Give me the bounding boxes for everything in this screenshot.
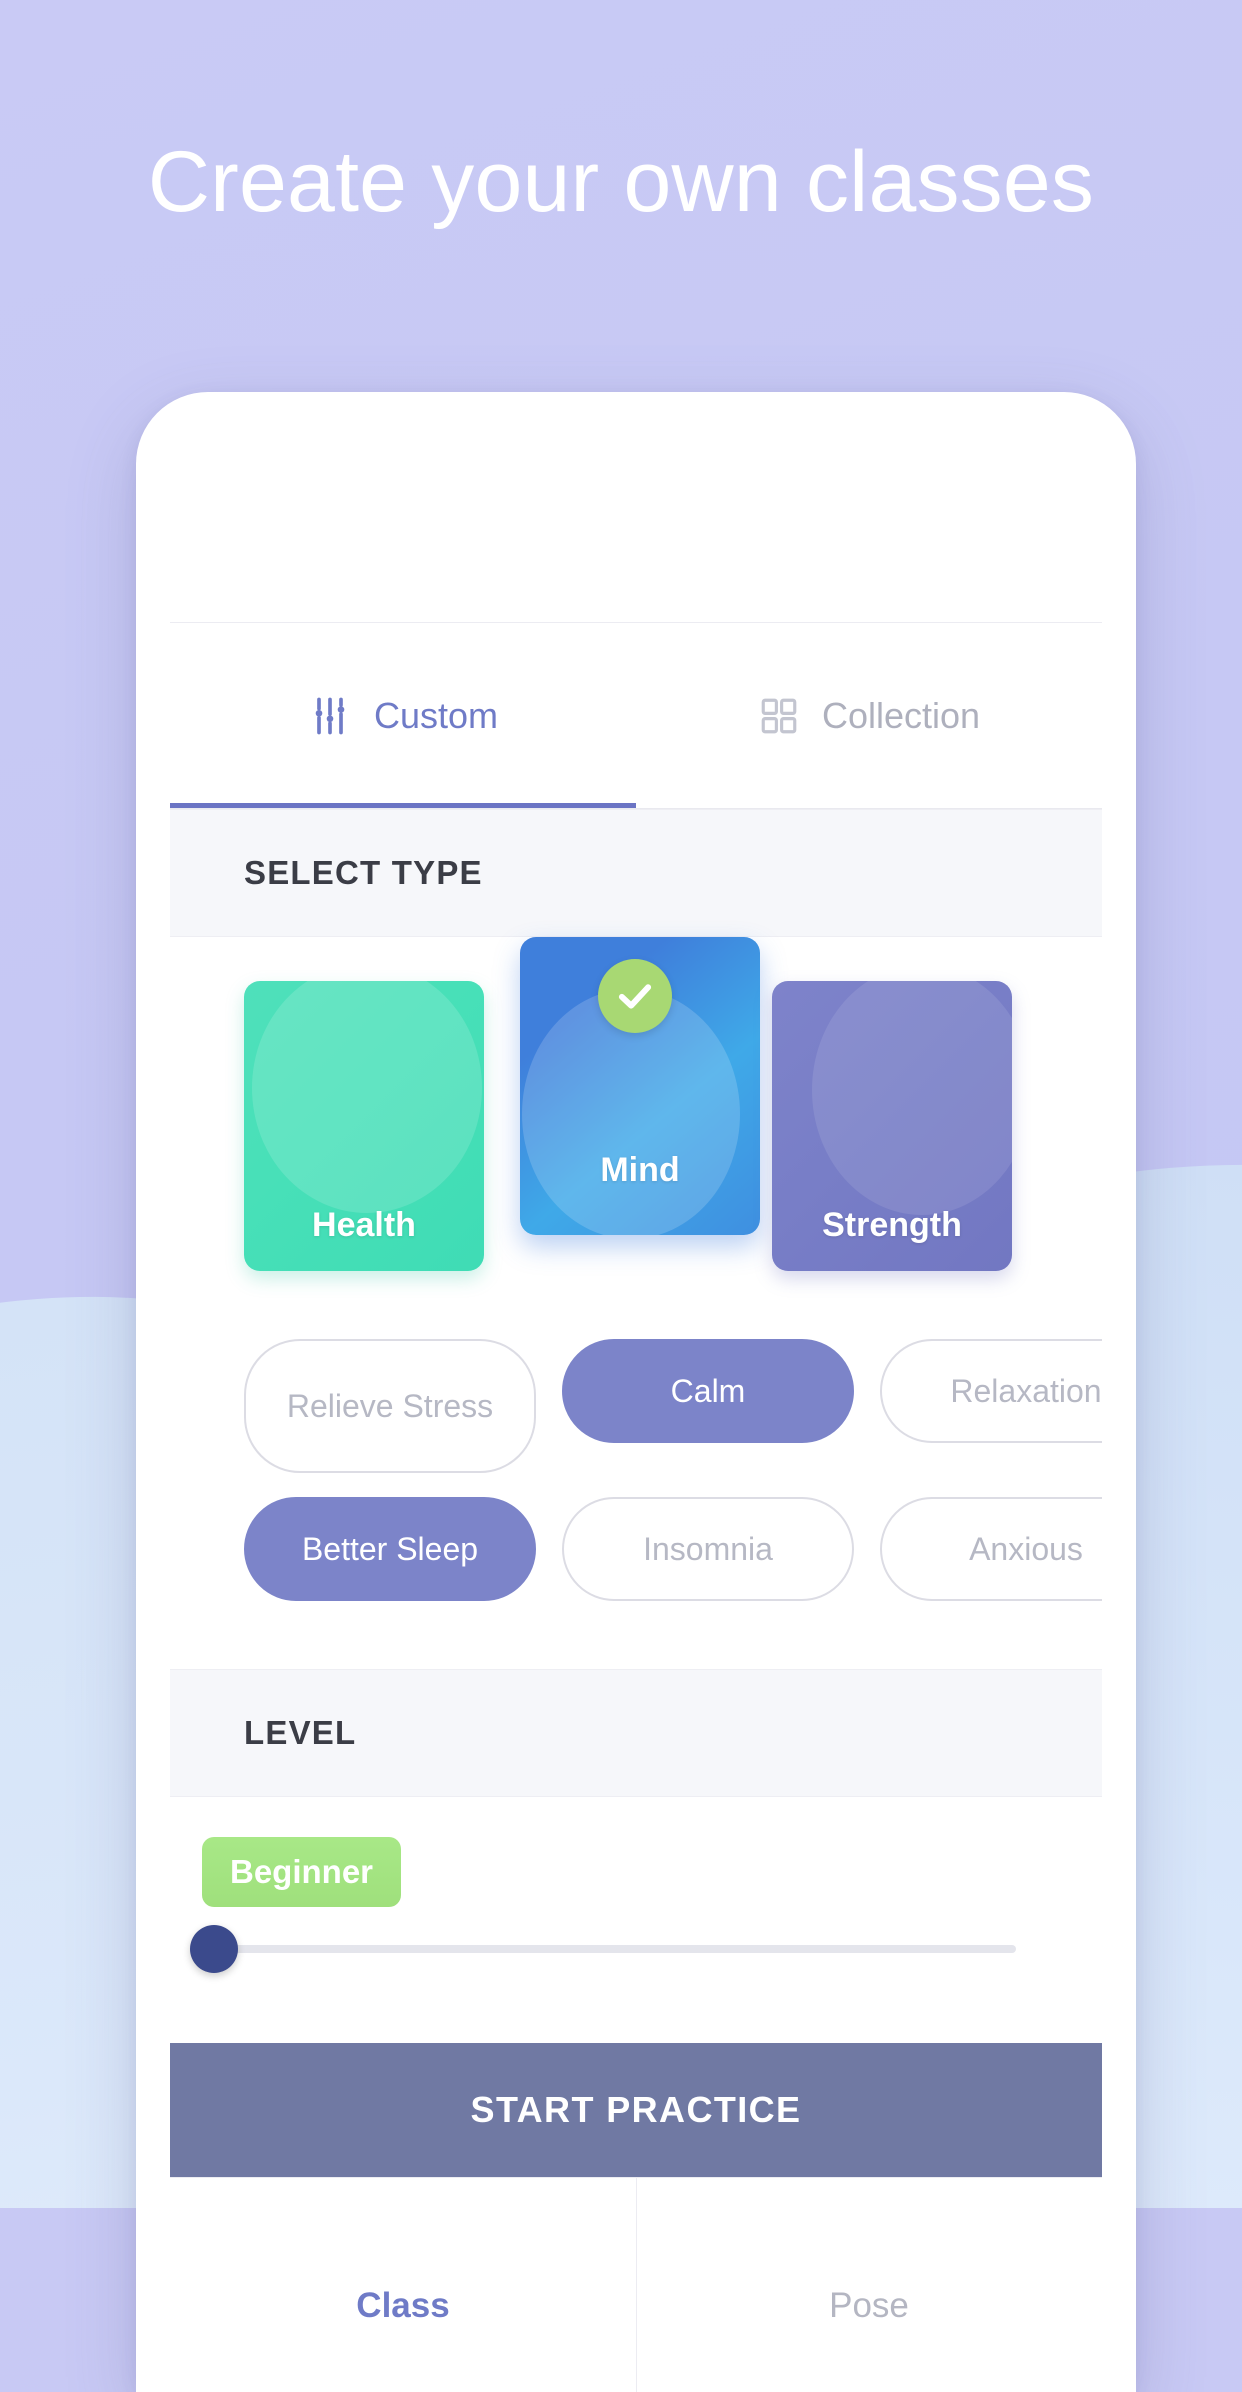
- bottom-nav-divider: [636, 2178, 637, 2392]
- chip-relieve-stress[interactable]: Relieve Stress: [244, 1339, 536, 1473]
- type-card-mind-label: Mind: [600, 1151, 680, 1189]
- type-card-group: Health Mind Strength: [170, 937, 1102, 1317]
- chip-anxious[interactable]: Anxious: [880, 1497, 1102, 1601]
- level-slider-track[interactable]: [216, 1945, 1016, 1953]
- chip-label: Better Sleep: [301, 1531, 479, 1567]
- level-badge-beginner: Beginner: [202, 1837, 402, 1907]
- tag-chip-row: Relieve Stress Calm Relaxation: [244, 1339, 1102, 1473]
- card-decoration-circle: [812, 981, 1012, 1215]
- top-tab-bar: Custom Collection: [170, 623, 1102, 809]
- section-header-level: LEVEL: [170, 1669, 1102, 1797]
- grid-icon: [758, 695, 800, 737]
- hero-headline: Create your own classes: [147, 134, 1095, 230]
- type-card-mind[interactable]: Mind: [520, 937, 760, 1235]
- tab-collection[interactable]: Collection: [636, 623, 1102, 808]
- chip-label: Insomnia: [643, 1531, 773, 1567]
- type-card-health-label: Health: [312, 1206, 416, 1244]
- section-header-select-type: SELECT TYPE: [170, 809, 1102, 937]
- chip-insomnia[interactable]: Insomnia: [562, 1497, 854, 1601]
- phone-mockup: Custom Collection SELECT TYPE Health Min…: [136, 392, 1136, 2392]
- section-title-select-type: SELECT TYPE: [244, 854, 483, 891]
- nav-item-class[interactable]: Class: [170, 2178, 636, 2392]
- card-decoration-circle: [252, 981, 482, 1213]
- tab-collection-label: Collection: [821, 694, 981, 736]
- type-card-health[interactable]: Health: [244, 981, 484, 1271]
- chip-better-sleep[interactable]: Better Sleep: [244, 1497, 536, 1601]
- level-section-body: Beginner: [170, 1797, 1102, 1973]
- tab-custom[interactable]: Custom: [170, 623, 636, 808]
- tag-chip-group: Relieve Stress Calm Relaxation Better Sl…: [170, 1317, 1102, 1669]
- chip-label: Anxious: [969, 1531, 1083, 1567]
- tag-chip-row: Better Sleep Insomnia Anxious: [244, 1497, 1102, 1601]
- type-card-strength-label: Strength: [822, 1206, 962, 1244]
- phone-screen: Custom Collection SELECT TYPE Health Min…: [170, 622, 1102, 2392]
- chip-label: Relaxation: [950, 1373, 1102, 1409]
- tab-custom-label: Custom: [373, 694, 499, 736]
- active-tab-underline: [170, 803, 636, 808]
- type-card-strength[interactable]: Strength: [772, 981, 1012, 1271]
- section-title-level: LEVEL: [244, 1714, 357, 1751]
- start-practice-button[interactable]: START PRACTICE: [170, 2043, 1102, 2177]
- nav-item-pose-label: Pose: [829, 2285, 909, 2325]
- start-practice-label: START PRACTICE: [470, 2089, 802, 2130]
- check-icon: [598, 959, 672, 1033]
- level-slider-knob[interactable]: [190, 1925, 238, 1973]
- nav-item-pose[interactable]: Pose: [636, 2178, 1102, 2392]
- chip-relaxation[interactable]: Relaxation: [880, 1339, 1102, 1443]
- chip-calm[interactable]: Calm: [562, 1339, 854, 1443]
- chip-label: Calm: [670, 1373, 746, 1409]
- sliders-icon: [308, 694, 352, 738]
- nav-item-class-label: Class: [356, 2285, 450, 2325]
- bottom-nav-bar: Class Pose: [170, 2177, 1102, 2392]
- chip-label: Relieve Stress: [286, 1388, 494, 1424]
